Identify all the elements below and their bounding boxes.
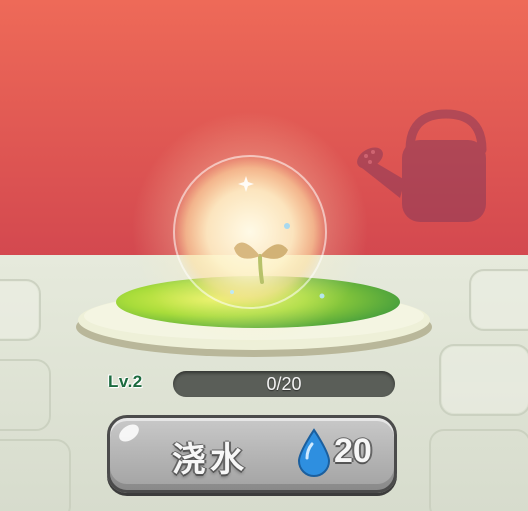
water-button[interactable]: 浇水 20 [107, 415, 397, 493]
level-label: Lv.2 [108, 372, 143, 391]
progress-text: 0/20 [266, 373, 302, 394]
button-shine [115, 420, 143, 446]
growth-progress-bar: 0/20 [173, 371, 395, 397]
water-drop-icon [297, 428, 331, 477]
water-button-label: 浇水 [172, 440, 248, 480]
water-cost-value: 20 [334, 432, 372, 470]
